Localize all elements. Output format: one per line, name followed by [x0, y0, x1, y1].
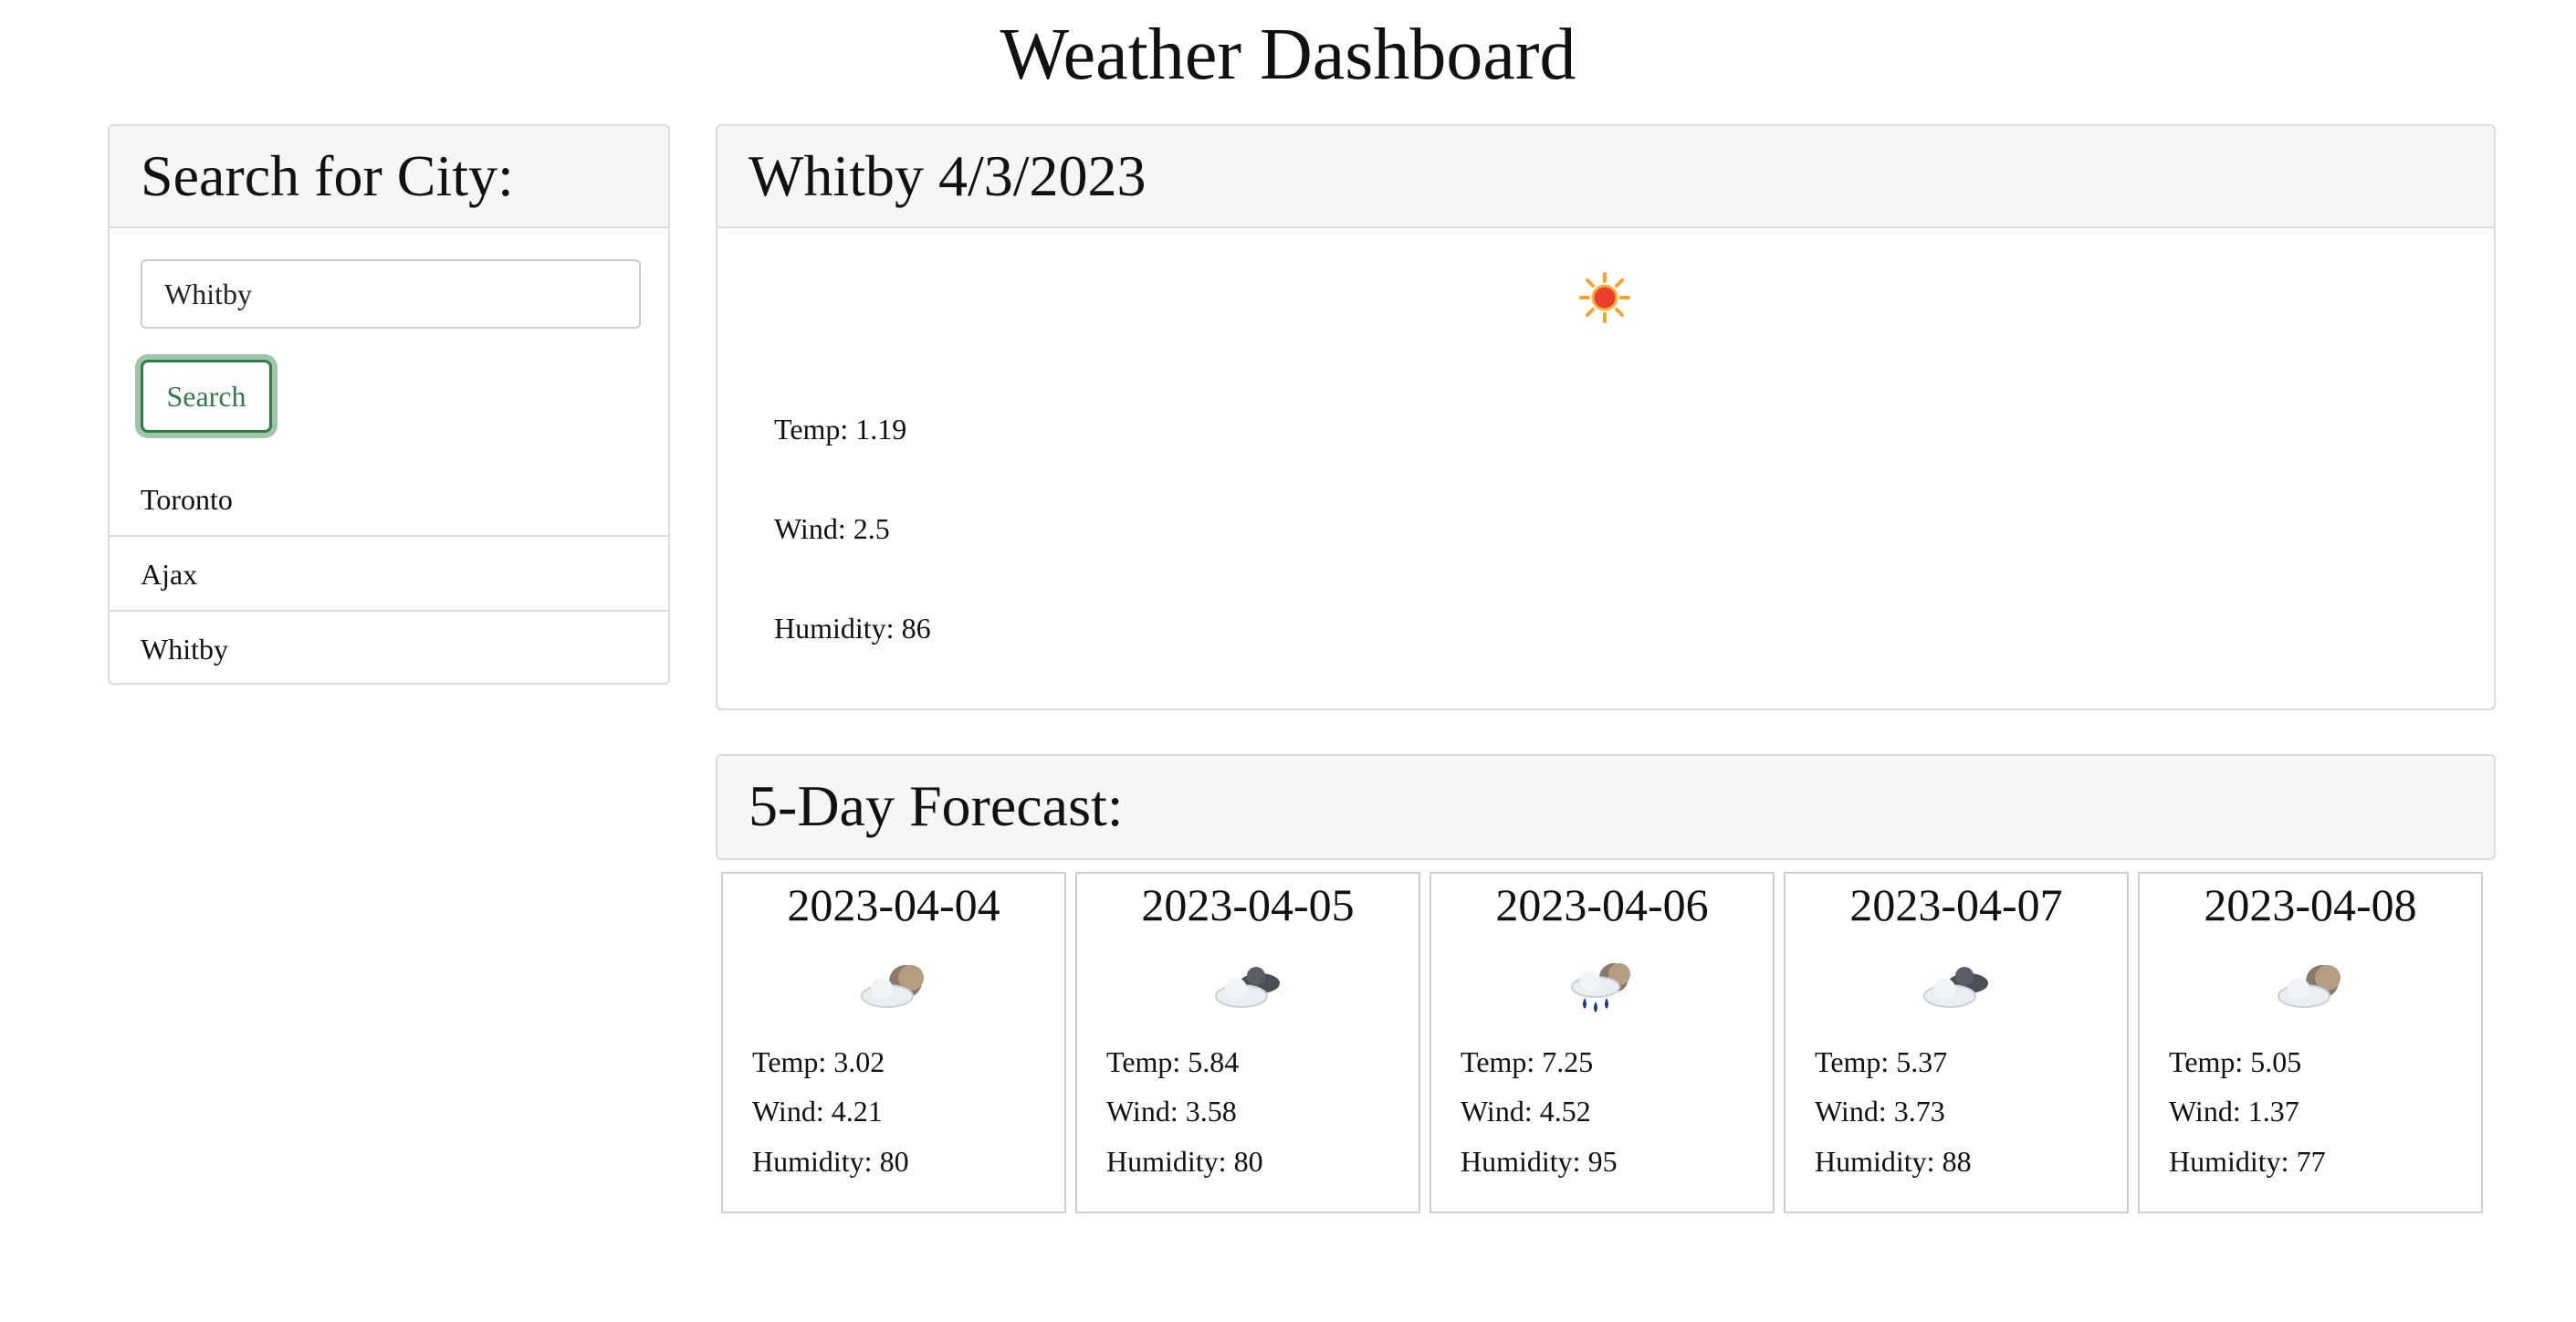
forecast-humidity: Humidity: 88	[1815, 1145, 1972, 1178]
forecast-date: 2023-04-08	[2204, 879, 2417, 930]
current-weather-panel: Whitby 4/3/2023 Temp: 1.19 Wind: 2.5 Hum…	[716, 124, 2496, 710]
page-title: Weather Dashboard	[1000, 15, 1576, 95]
forecast-humidity: Humidity: 95	[1461, 1145, 1618, 1178]
forecast-card: 2023-04-05 Temp: 5.84 Wind: 3.58 Humidit…	[1075, 872, 1420, 1213]
forecast-date: 2023-04-05	[1141, 879, 1355, 930]
forecast-temp: Temp: 5.37	[1815, 1045, 1948, 1078]
forecast-temp: Temp: 5.84	[1106, 1045, 1240, 1078]
current-wind: Wind: 2.5	[774, 512, 890, 545]
partly-cloudy-night-icon	[2278, 965, 2340, 1008]
history-item-whitby[interactable]: Whitby	[110, 612, 668, 683]
forecast-humidity: Humidity: 80	[1106, 1145, 1263, 1178]
search-button[interactable]: Search	[141, 360, 272, 433]
forecast-wind: Wind: 1.37	[2169, 1095, 2299, 1128]
forecast-date: 2023-04-07	[1849, 879, 2063, 930]
forecast-date: 2023-04-04	[787, 879, 1000, 930]
forecast-wind: Wind: 3.73	[1815, 1095, 1945, 1128]
current-temp: Temp: 1.19	[774, 413, 907, 446]
search-panel: Search for City: Search Toronto Ajax Whi…	[108, 124, 670, 685]
forecast-temp: Temp: 3.02	[752, 1045, 885, 1078]
forecast-wind: Wind: 4.52	[1461, 1095, 1591, 1128]
forecast-wind: Wind: 4.21	[752, 1095, 883, 1128]
search-history-list: Toronto Ajax Whitby	[110, 462, 668, 683]
forecast-wind: Wind: 3.58	[1106, 1095, 1237, 1128]
forecast-card: 2023-04-04 Temp: 3.02 Wind: 4.21 Humidit…	[721, 872, 1066, 1213]
forecast-date: 2023-04-06	[1495, 879, 1709, 930]
forecast-humidity: Humidity: 77	[2169, 1145, 2326, 1178]
broken-clouds-icon	[1215, 967, 1280, 1008]
forecast-humidity: Humidity: 80	[752, 1145, 909, 1178]
history-item-ajax[interactable]: Ajax	[110, 537, 668, 612]
forecast-card: 2023-04-07 Temp: 5.37 Wind: 3.73 Humidit…	[1784, 872, 2129, 1213]
search-heading: Search for City:	[110, 126, 668, 228]
forecast-heading: 5-Day Forecast:	[717, 756, 2494, 858]
history-item-toronto[interactable]: Toronto	[110, 462, 668, 537]
partly-cloudy-night-icon	[861, 965, 924, 1008]
forecast-temp: Temp: 7.25	[1461, 1045, 1594, 1078]
rain-night-icon	[1571, 963, 1630, 1012]
forecast-panel: 5-Day Forecast:	[716, 754, 2496, 860]
broken-clouds-icon	[1923, 967, 1988, 1008]
current-weather-heading: Whitby 4/3/2023	[717, 126, 2494, 228]
current-humidity: Humidity: 86	[774, 612, 931, 645]
forecast-temp: Temp: 5.05	[2169, 1045, 2302, 1078]
forecast-card: 2023-04-06 Temp: 7.25 Wind: 4.52 Humidit…	[1429, 872, 1775, 1213]
forecast-card: 2023-04-08 Temp: 5.05 Wind: 1.37 Humidit…	[2138, 872, 2483, 1213]
sun-icon	[1579, 272, 1630, 323]
city-search-input[interactable]	[141, 259, 641, 329]
